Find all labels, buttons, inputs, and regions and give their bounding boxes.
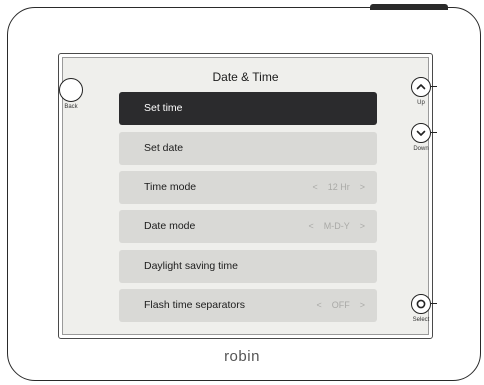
select-indicator xyxy=(431,303,437,305)
up-button[interactable] xyxy=(411,77,431,97)
menu-item-label: Set time xyxy=(144,102,183,114)
flash-separators-value: < OFF > xyxy=(316,289,365,322)
select-button[interactable] xyxy=(411,294,431,314)
brand-logo: robin xyxy=(224,348,260,365)
flash-separators-current-value: OFF xyxy=(331,300,350,310)
back-button[interactable] xyxy=(59,78,83,102)
date-mode-current-value: M-D-Y xyxy=(323,221,350,231)
menu-item-set-time[interactable]: Set time xyxy=(119,92,377,125)
time-mode-value: < 12 Hr > xyxy=(312,171,365,204)
previous-option-icon[interactable]: < xyxy=(308,210,313,243)
select-icon xyxy=(416,299,426,309)
menu-item-daylight-saving[interactable]: Daylight saving time xyxy=(119,250,377,283)
back-label: Back xyxy=(64,104,78,110)
menu-item-time-mode[interactable]: Time mode < 12 Hr > xyxy=(119,171,377,204)
down-button[interactable] xyxy=(411,123,431,143)
menu-item-set-date[interactable]: Set date xyxy=(119,132,377,165)
up-indicator xyxy=(431,86,437,88)
time-mode-current-value: 12 Hr xyxy=(327,182,350,192)
down-label: Down xyxy=(413,146,429,152)
menu-item-label: Time mode xyxy=(144,181,197,193)
menu-item-label: Set date xyxy=(144,142,184,154)
next-option-icon[interactable]: > xyxy=(360,289,365,322)
chevron-up-icon xyxy=(416,84,426,90)
menu-item-label: Flash time separators xyxy=(144,299,245,311)
down-indicator xyxy=(431,132,437,134)
up-label: Up xyxy=(417,100,425,106)
menu-item-label: Date mode xyxy=(144,220,196,232)
menu-item-flash-separators[interactable]: Flash time separators < OFF > xyxy=(119,289,377,322)
screen-title: Date & Time xyxy=(212,70,279,84)
menu-item-date-mode[interactable]: Date mode < M-D-Y > xyxy=(119,210,377,243)
date-mode-value: < M-D-Y > xyxy=(308,210,365,243)
select-label: Select xyxy=(412,317,430,323)
next-option-icon[interactable]: > xyxy=(360,171,365,204)
previous-option-icon[interactable]: < xyxy=(316,289,321,322)
device-top-button xyxy=(370,4,448,10)
menu-item-label: Daylight saving time xyxy=(144,260,238,272)
chevron-down-icon xyxy=(416,130,426,136)
next-option-icon[interactable]: > xyxy=(360,210,365,243)
previous-option-icon[interactable]: < xyxy=(312,171,317,204)
